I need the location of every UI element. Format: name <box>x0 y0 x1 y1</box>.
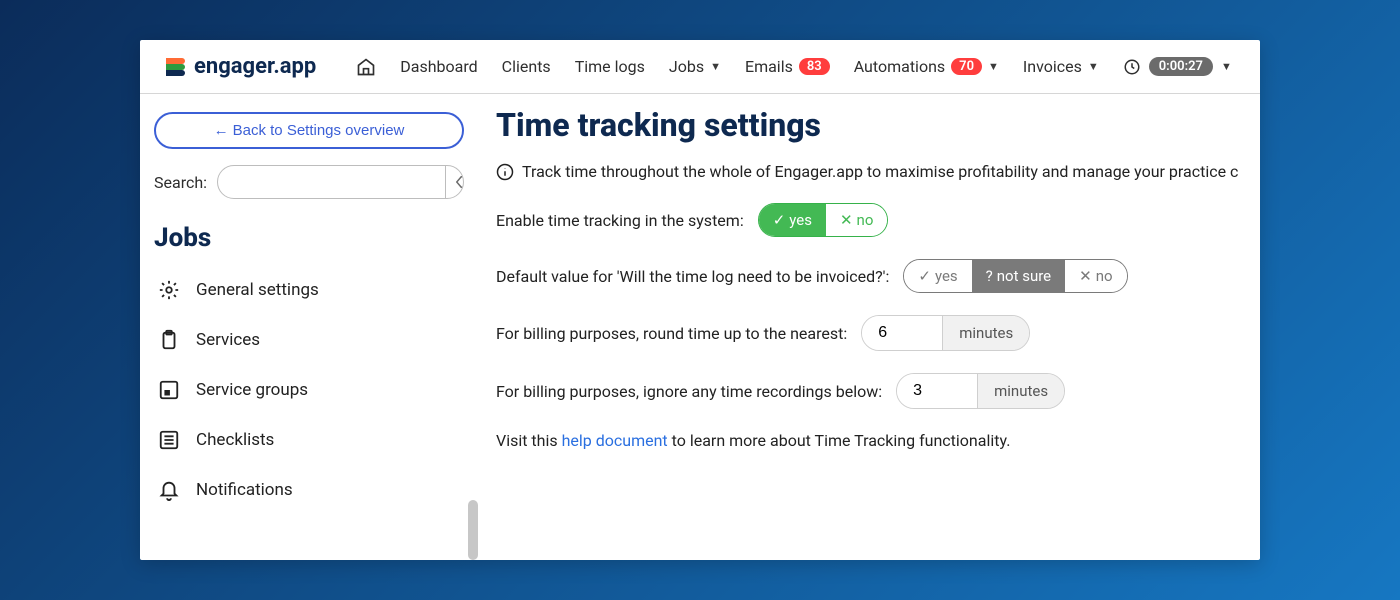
brand: engager.app <box>162 54 316 79</box>
nav-clients[interactable]: Clients <box>502 57 551 76</box>
nav-emails[interactable]: Emails 83 <box>745 57 830 76</box>
nav-automations-label: Automations <box>854 57 945 76</box>
caret-icon: ▼ <box>1088 60 1099 73</box>
check-icon: ✓ <box>773 211 786 229</box>
toggle-no-label: no <box>857 211 874 229</box>
toggle-no-button[interactable]: ✕ no <box>826 204 887 236</box>
nav-dashboard[interactable]: Dashboard <box>400 57 477 76</box>
nav-jobs-label: Jobs <box>669 57 704 76</box>
sidebar-item-label: Checklists <box>196 430 274 450</box>
backspace-icon <box>456 175 464 189</box>
caret-icon: ▼ <box>710 60 721 73</box>
toggle-yes-label: yes <box>789 211 812 229</box>
clock-icon <box>1123 58 1141 76</box>
round-row: For billing purposes, round time up to t… <box>496 315 1260 351</box>
sidebar-item-label: Service groups <box>196 380 308 400</box>
enable-row: Enable time tracking in the system: ✓ ye… <box>496 203 1260 237</box>
settings-sidebar: ← Back to Settings overview Search: Jobs <box>140 94 478 560</box>
round-input[interactable] <box>862 316 942 350</box>
sidebar-item-general-settings[interactable]: General settings <box>154 265 464 315</box>
caret-icon: ▼ <box>1221 60 1232 73</box>
help-link[interactable]: help document <box>562 431 668 450</box>
back-to-settings-button[interactable]: ← Back to Settings overview <box>154 112 464 149</box>
timer-value: 0:00:27 <box>1149 57 1213 76</box>
tri-yes-label: yes <box>935 267 958 285</box>
default-tri-select: ✓ yes ? not sure ✕ no <box>903 259 1127 293</box>
ignore-row: For billing purposes, ignore any time re… <box>496 373 1260 409</box>
default-row: Default value for 'Will the time log nee… <box>496 259 1260 293</box>
enable-label: Enable time tracking in the system: <box>496 211 744 230</box>
topbar: engager.app Dashboard Clients Time logs … <box>140 40 1260 94</box>
nav-invoices-label: Invoices <box>1023 57 1082 76</box>
sidebar-item-service-groups[interactable]: Service groups <box>154 365 464 415</box>
ignore-label: For billing purposes, ignore any time re… <box>496 382 882 401</box>
nav-invoices[interactable]: Invoices ▼ <box>1023 57 1099 76</box>
app-window: engager.app Dashboard Clients Time logs … <box>140 40 1260 560</box>
minutes-unit: minutes <box>977 374 1064 408</box>
default-label: Default value for 'Will the time log nee… <box>496 267 889 286</box>
enable-toggle: ✓ yes ✕ no <box>758 203 889 237</box>
sidebar-item-checklists[interactable]: Checklists <box>154 415 464 465</box>
arrow-left-icon: ← <box>214 122 229 139</box>
clipboard-icon <box>158 329 180 351</box>
group-icon <box>158 379 180 401</box>
timer-widget[interactable]: 0:00:27 ▼ <box>1123 57 1232 76</box>
body: ← Back to Settings overview Search: Jobs <box>140 94 1260 560</box>
search-input[interactable] <box>218 174 445 191</box>
clear-search-button[interactable] <box>445 166 464 198</box>
emails-badge: 83 <box>799 58 830 75</box>
sidebar-item-services[interactable]: Services <box>154 315 464 365</box>
check-icon: ✓ <box>918 267 931 285</box>
nav-emails-label: Emails <box>745 57 793 76</box>
brand-name: engager.app <box>194 54 316 79</box>
top-nav: Dashboard Clients Time logs Jobs ▼ Email… <box>356 57 1238 77</box>
brand-logo-icon <box>162 55 186 79</box>
sidebar-item-label: General settings <box>196 280 319 300</box>
gear-icon <box>158 279 180 301</box>
x-icon: ✕ <box>1079 267 1092 285</box>
nav-jobs[interactable]: Jobs ▼ <box>669 57 721 76</box>
question-icon: ? <box>986 267 993 285</box>
search-row: Search: <box>154 165 464 199</box>
page-title: Time tracking settings <box>496 106 1260 144</box>
tri-no-label: no <box>1096 267 1113 285</box>
nav-timelogs[interactable]: Time logs <box>575 57 645 76</box>
checklist-icon <box>158 429 180 451</box>
help-suffix: to learn more about Time Tracking functi… <box>668 431 1011 450</box>
bell-icon <box>158 479 180 501</box>
search-label: Search: <box>154 173 207 192</box>
info-icon <box>496 163 514 181</box>
ignore-input-wrap: minutes <box>896 373 1065 409</box>
sidebar-group-title: Jobs <box>154 223 464 253</box>
back-label: Back to Settings overview <box>233 122 405 139</box>
intro-row: Track time throughout the whole of Engag… <box>496 162 1260 181</box>
scrollbar[interactable] <box>468 500 478 560</box>
tri-yes-button[interactable]: ✓ yes <box>904 260 971 292</box>
sidebar-item-label: Notifications <box>196 480 293 500</box>
caret-icon: ▼ <box>988 60 999 73</box>
sidebar-item-label: Services <box>196 330 260 350</box>
minutes-unit: minutes <box>942 316 1029 350</box>
home-icon <box>356 57 376 77</box>
ignore-input[interactable] <box>897 374 977 408</box>
toggle-yes-button[interactable]: ✓ yes <box>759 204 826 236</box>
round-input-wrap: minutes <box>861 315 1030 351</box>
round-label: For billing purposes, round time up to t… <box>496 324 847 343</box>
sidebar-item-notifications[interactable]: Notifications <box>154 465 464 515</box>
x-icon: ✕ <box>840 211 853 229</box>
search-field-wrap <box>217 165 464 199</box>
nav-automations[interactable]: Automations 70 ▼ <box>854 57 999 76</box>
tri-notsure-label: not sure <box>997 267 1051 285</box>
help-row: Visit this help document to learn more a… <box>496 431 1260 450</box>
help-prefix: Visit this <box>496 431 562 450</box>
nav-home[interactable] <box>356 57 376 77</box>
tri-notsure-button[interactable]: ? not sure <box>972 260 1065 292</box>
intro-text: Track time throughout the whole of Engag… <box>522 162 1238 181</box>
tri-no-button[interactable]: ✕ no <box>1065 260 1126 292</box>
automations-badge: 70 <box>951 58 982 75</box>
main-content: Time tracking settings Track time throug… <box>478 94 1260 560</box>
